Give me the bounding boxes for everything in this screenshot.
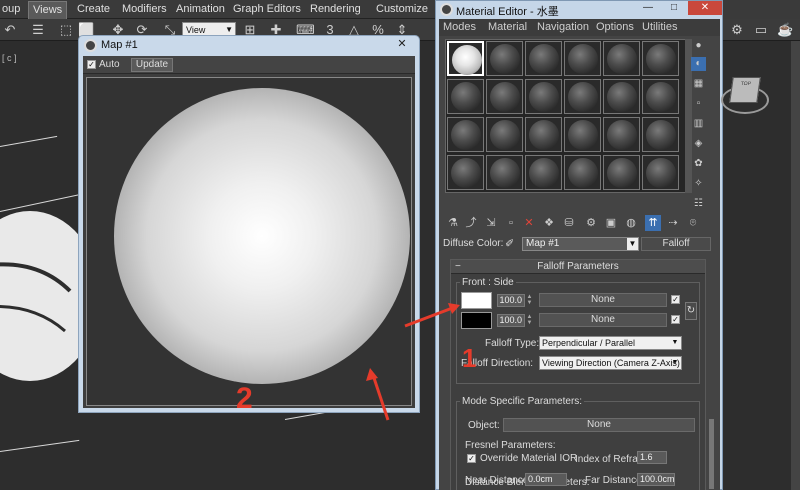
annotation-arrow-2 — [371, 374, 390, 421]
annotation-number-2: 2 — [236, 382, 253, 415]
annotation-layer — [366, 303, 460, 421]
annotation-arrow-1 — [404, 305, 456, 328]
annotation-number-1: 1 — [462, 343, 477, 373]
annotation-arrowhead-2 — [366, 368, 378, 381]
app-window: { "app": { "menu": ["oup", "Views", "Cre… — [0, 0, 800, 490]
